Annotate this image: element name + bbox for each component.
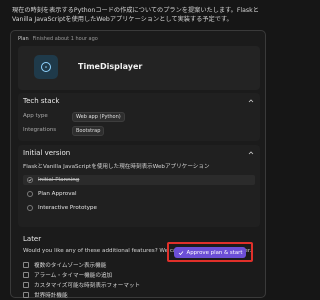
feature-label: 世界時計機能	[34, 293, 68, 299]
integrations-chip: Bootstrap	[72, 126, 105, 136]
plan-header: Plan Finished about 1 hour ago	[18, 36, 98, 42]
feature-option[interactable]: 世界時計機能	[23, 291, 68, 299]
intro-message: 現在の時刻を表示するPythonコードの作成についてのプランを提案いたします。F…	[12, 7, 259, 23]
checkbox[interactable]	[23, 292, 29, 298]
approve-label: Approve plan & start	[186, 249, 243, 256]
later-section: Later Would you like any of these additi…	[18, 231, 260, 299]
tech-stack-section: Tech stack App type Web app (Python) Int…	[18, 93, 260, 141]
tech-stack-title: Tech stack	[23, 97, 60, 105]
step-label: Interactive Prototype	[38, 205, 97, 211]
plan-status: Finished about 1 hour ago	[32, 36, 98, 42]
integrations-label: Integrations	[23, 127, 57, 133]
feature-option[interactable]: アラーム・タイマー機能の追加	[23, 271, 112, 279]
feature-option[interactable]: 複数のタイムゾーン表示機能	[23, 261, 106, 269]
feature-label: アラーム・タイマー機能の追加	[34, 273, 113, 279]
pending-circle-icon	[27, 191, 33, 197]
pending-circle-icon	[27, 205, 33, 211]
checkbox[interactable]	[23, 262, 29, 268]
chevron-up-icon[interactable]	[248, 150, 254, 156]
step-plan-approval: Plan Approval	[23, 189, 255, 199]
app-type-label: App type	[23, 113, 48, 119]
feature-option[interactable]: カスタマイズ可能な時刻表示フォーマット	[23, 281, 140, 289]
step-interactive-prototype: Interactive Prototype	[23, 203, 255, 213]
feature-label: カスタマイズ可能な時刻表示フォーマット	[34, 283, 141, 289]
initial-version-title: Initial version	[23, 149, 71, 157]
clock-icon	[34, 55, 58, 79]
feature-label: 複数のタイムゾーン表示機能	[34, 263, 107, 269]
plan-label: Plan	[18, 36, 29, 42]
app-summary: TimeDisplayer	[18, 46, 260, 90]
app-type-chip: Web app (Python)	[72, 112, 125, 122]
later-title: Later	[23, 235, 42, 243]
checkbox[interactable]	[23, 272, 29, 278]
step-label: Plan Approval	[38, 191, 77, 197]
check-icon	[178, 250, 183, 255]
step-initial-planning: Initial Planning	[23, 175, 255, 185]
chevron-up-icon[interactable]	[248, 98, 254, 104]
app-name: TimeDisplayer	[78, 62, 143, 71]
approve-highlight: Approve plan & start	[167, 242, 253, 262]
step-label: Initial Planning	[38, 177, 80, 183]
initial-version-section: Initial version FlaskとVanilla JavaScript…	[18, 145, 260, 227]
check-icon	[27, 177, 33, 183]
checkbox[interactable]	[23, 282, 29, 288]
approve-plan-button[interactable]: Approve plan & start	[174, 247, 246, 258]
initial-version-description: FlaskとVanilla JavaScriptを使用した現在時刻表示Webアプ…	[23, 164, 210, 170]
